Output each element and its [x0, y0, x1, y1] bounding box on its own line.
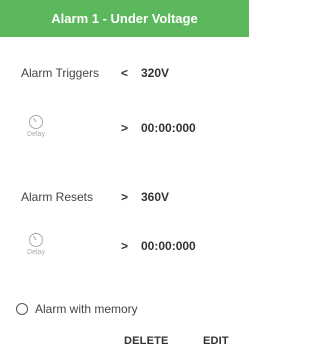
edit-button[interactable]: EDIT [203, 330, 229, 352]
alarm-trigger-value[interactable]: 320V [141, 66, 169, 80]
alarm-memory-radio[interactable] [16, 303, 28, 315]
delete-button[interactable]: DELETE [124, 330, 169, 352]
dialog-title: Alarm 1 - Under Voltage [51, 11, 198, 26]
reset-delay-operator: > [121, 239, 129, 253]
reset-delay-row: > 00:00:000 [0, 234, 249, 258]
reset-delay-value[interactable]: 00:00:000 [141, 239, 196, 253]
alarm-trigger-row: Alarm Triggers < 320V [0, 61, 249, 85]
alarm-memory-option[interactable]: Alarm with memory [0, 298, 249, 320]
trigger-delay-row: > 00:00:000 [0, 116, 249, 140]
alarm-trigger-label: Alarm Triggers [21, 66, 100, 80]
alarm-reset-label: Alarm Resets [21, 190, 94, 204]
alarm-reset-value[interactable]: 360V [141, 190, 169, 204]
trigger-delay-operator: > [121, 121, 129, 135]
alarm-reset-row: Alarm Resets > 360V [0, 185, 249, 209]
alarm-trigger-operator[interactable]: < [121, 66, 128, 80]
alarm-memory-label[interactable]: Alarm with memory [35, 302, 138, 316]
trigger-delay-value[interactable]: 00:00:000 [141, 121, 196, 135]
dialog-header: Alarm 1 - Under Voltage [0, 0, 249, 37]
alarm-reset-operator[interactable]: > [121, 190, 128, 204]
